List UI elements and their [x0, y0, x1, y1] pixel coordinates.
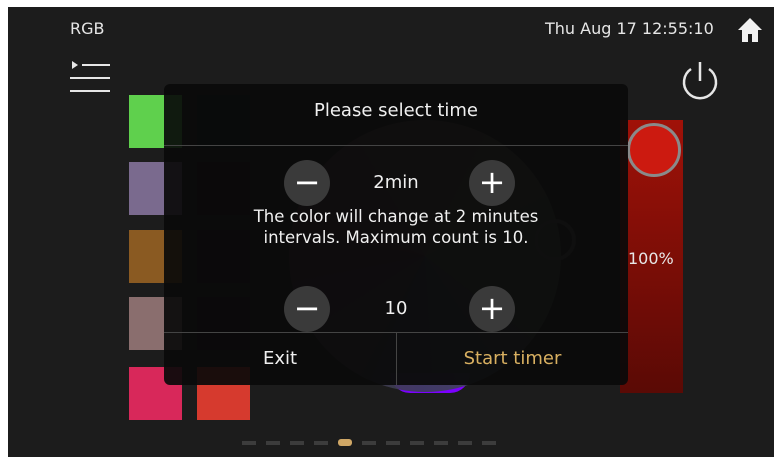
dialog-title: Please select time	[313, 100, 478, 121]
page-dot[interactable]	[482, 441, 496, 445]
menu-list-icon[interactable]	[70, 61, 112, 95]
timer-dialog: Please select time − 2min + The color wi…	[164, 84, 628, 385]
page-dot[interactable]	[362, 441, 376, 445]
power-icon[interactable]	[678, 59, 722, 103]
interval-increase-button[interactable]: +	[469, 160, 515, 206]
exit-button[interactable]: Exit	[164, 333, 396, 385]
page-dot[interactable]	[434, 441, 448, 445]
dialog-divider	[164, 145, 628, 146]
home-icon[interactable]	[737, 17, 763, 43]
interval-value: 2min	[373, 172, 419, 193]
page-dot[interactable]	[290, 441, 304, 445]
page-dot[interactable]	[410, 441, 424, 445]
page-dot[interactable]	[266, 441, 280, 445]
page-dot[interactable]	[242, 441, 256, 445]
page-dot[interactable]	[458, 441, 472, 445]
page-indicator	[242, 439, 496, 446]
status-datetime: Thu Aug 17 12:55:10	[545, 19, 714, 38]
brightness-slider-knob[interactable]	[627, 123, 681, 177]
timer-message: The color will change at 2 minutes inter…	[253, 207, 539, 247]
start-timer-button[interactable]: Start timer	[397, 333, 628, 385]
brightness-value: 100%	[628, 249, 674, 268]
page-dot[interactable]	[386, 441, 400, 445]
page-dot-active[interactable]	[338, 439, 352, 446]
page-dot[interactable]	[314, 441, 328, 445]
screen-title: RGB	[70, 19, 105, 38]
count-decrease-button[interactable]: −	[284, 286, 330, 332]
count-value: 10	[384, 298, 408, 319]
device-screen: RGB Thu Aug 17 12:55:10 100% Please sele…	[8, 7, 774, 457]
count-increase-button[interactable]: +	[469, 286, 515, 332]
interval-decrease-button[interactable]: −	[284, 160, 330, 206]
